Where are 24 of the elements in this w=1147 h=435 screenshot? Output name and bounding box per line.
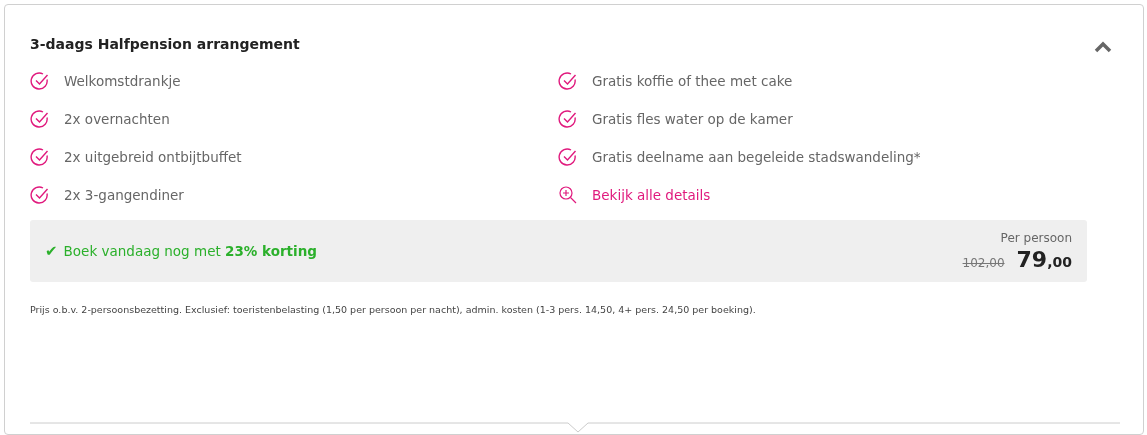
- footnote: Prijs o.b.v. 2-persoonsbezetting. Exclusief: toeristenbelasting (1,50 per persoon per nacht), admin. kosten (1-3 pers. 14,50, 4+ pers. 24,50 per boeking).: [30, 304, 757, 315]
- feature-text: Gratis fles water op de kamer: [592, 111, 793, 127]
- zoom-in-icon: [558, 185, 578, 205]
- price-label: Per persoon: [1000, 230, 1072, 245]
- feature-text: Gratis koffie of thee met cake: [592, 73, 793, 89]
- check-circle-icon: [558, 147, 578, 167]
- check-circle-icon: [30, 147, 50, 167]
- discount-text: Boek vandaag nog met 23% korting: [63, 243, 317, 259]
- details-link[interactable]: Bekijk alle details: [592, 187, 711, 203]
- old-price: 102,00: [962, 255, 1005, 270]
- chevron-icon: [1094, 41, 1112, 53]
- check-icon: ✔: [45, 242, 58, 260]
- feature-text: 2x uitgebreid ontbijtbuffet: [64, 149, 242, 165]
- price: 79,00: [1016, 246, 1072, 272]
- check-circle-icon: [558, 71, 578, 91]
- feature-text: Welkomstdrankje: [64, 73, 181, 89]
- package-title: 3-daags Halfpension arrangement: [30, 35, 300, 52]
- check-circle-icon: [30, 71, 50, 91]
- check-circle-icon: [30, 185, 50, 205]
- feature-text: Gratis deelname aan begeleide stadswandeling*: [592, 149, 921, 165]
- feature-text: 2x overnachten: [64, 111, 170, 127]
- check-circle-icon: [558, 109, 578, 129]
- check-circle-icon: [30, 109, 50, 129]
- feature-text: 2x 3-gangendiner: [64, 187, 184, 203]
